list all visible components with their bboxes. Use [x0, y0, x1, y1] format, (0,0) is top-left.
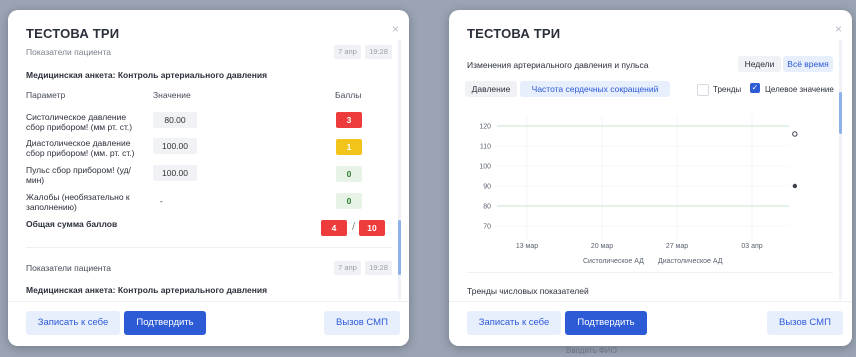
time-chip: 19:28 — [365, 45, 392, 59]
systolic-point — [792, 131, 798, 137]
param-label: заполнению) — [26, 202, 77, 212]
record-to-self-button[interactable]: Записать к себе — [467, 311, 561, 335]
target-checkbox[interactable]: ✓ — [750, 83, 760, 93]
scrollbar[interactable] — [839, 40, 842, 300]
value-empty: - — [160, 196, 163, 206]
y-tick-label: 70 — [483, 224, 491, 231]
x-axis: 13 мар 20 мар 27 мар 03 апр — [516, 243, 763, 250]
score-badge: 3 — [336, 112, 362, 128]
modal-footer: Записать к себе Подтвердить Вызов СМП — [8, 301, 409, 346]
trends-checkbox[interactable] — [697, 84, 709, 96]
patient-modal-left: ТЕСТОВА ТРИ × Показатели пациента 7 апр … — [8, 10, 409, 346]
param-label: сбор прибором! (мм. рт. ст.) — [26, 148, 135, 158]
background-peek-text: Вводить ФИО — [566, 346, 618, 355]
total-score-badge: 4 — [321, 220, 347, 236]
scrollbar-thumb[interactable] — [839, 92, 842, 134]
section-label: Показатели пациента — [26, 263, 112, 273]
diastolic-point — [792, 183, 798, 189]
patient-modal-right: ТЕСТОВА ТРИ × Изменения артериального да… — [449, 10, 852, 346]
call-ambulance-button[interactable]: Вызов СМП — [324, 311, 400, 335]
param-label: Систолическое давление — [26, 112, 127, 122]
confirm-button[interactable]: Подтвердить — [565, 311, 647, 335]
section-divider — [26, 247, 392, 248]
close-icon[interactable]: × — [835, 22, 842, 36]
y-tick-label: 100 — [479, 164, 491, 171]
param-label: Жалобы (необязательно к — [26, 192, 130, 202]
param-label: мин) — [26, 175, 45, 185]
value-field: 100.00 — [153, 165, 197, 181]
column-header-param: Параметр — [26, 90, 66, 100]
chart-grid — [497, 116, 789, 240]
score-badge: 0 — [336, 193, 362, 209]
modal-title: ТЕСТОВА ТРИ — [26, 26, 120, 41]
param-label: сбор прибором! (мм рт. ст.) — [26, 122, 133, 132]
weeks-toggle[interactable]: Недели — [738, 56, 781, 72]
y-tick-label: 90 — [483, 184, 491, 191]
legend-systolic: Систолическое АД — [583, 258, 644, 265]
date-chip: 7 апр — [334, 261, 361, 275]
modal-footer: Записать к себе Подтвердить Вызов СМП — [449, 301, 852, 346]
data-points — [792, 131, 798, 189]
param-label: Диастолическое давление — [26, 138, 131, 148]
target-label: Целевое значение — [765, 85, 834, 94]
section-divider — [467, 272, 833, 273]
y-tick-label: 80 — [483, 204, 491, 211]
value-field: 100.00 — [153, 138, 197, 154]
scrollbar-thumb[interactable] — [398, 220, 401, 275]
chart-section-title: Изменения артериального давления и пульс… — [467, 60, 649, 70]
column-header-score: Баллы — [335, 90, 362, 100]
total-label: Общая сумма баллов — [26, 219, 118, 229]
x-tick-label: 27 мар — [666, 243, 688, 250]
close-icon[interactable]: × — [392, 22, 399, 36]
column-header-value: Значение — [153, 90, 191, 100]
all-time-toggle[interactable]: Всё время — [783, 56, 833, 72]
date-chip: 7 апр — [334, 45, 361, 59]
x-tick-label: 20 мар — [591, 243, 613, 250]
record-to-self-button[interactable]: Записать к себе — [26, 311, 120, 335]
legend-diastolic: Диастолическое АД — [658, 258, 723, 265]
x-tick-label: 03 апр — [741, 243, 762, 250]
confirm-button[interactable]: Подтвердить — [124, 311, 206, 335]
tab-heart-rate[interactable]: Частота сердечных сокращений — [520, 81, 670, 97]
max-score-badge: 10 — [359, 220, 385, 236]
numeric-trends-title: Тренды числовых показателей — [467, 286, 589, 296]
questionnaire-title: Медицинская анкета: Контроль артериально… — [26, 285, 268, 295]
value-field: 80.00 — [153, 112, 197, 128]
section-label: Показатели пациента — [26, 47, 112, 57]
score-badge: 1 — [336, 139, 362, 155]
time-chip: 19:28 — [365, 261, 392, 275]
call-ambulance-button[interactable]: Вызов СМП — [767, 311, 843, 335]
score-badge: 0 — [336, 166, 362, 182]
y-tick-label: 120 — [479, 124, 491, 131]
modal-title: ТЕСТОВА ТРИ — [467, 26, 561, 41]
questionnaire-title: Медицинская анкета: Контроль артериально… — [26, 70, 268, 80]
tab-pressure[interactable]: Давление — [465, 81, 517, 97]
score-separator: / — [352, 221, 356, 233]
x-tick-label: 13 мар — [516, 243, 538, 250]
y-tick-label: 110 — [480, 144, 491, 151]
y-axis: 70 80 90 100 110 120 — [479, 124, 491, 231]
vitals-chart: 70 80 90 100 110 120 13 мар 20 мар 27 мар 03 апр — [479, 116, 798, 250]
param-label: Пульс сбор прибором! (уд/ — [26, 165, 131, 175]
trends-label: Тренды — [713, 85, 742, 94]
